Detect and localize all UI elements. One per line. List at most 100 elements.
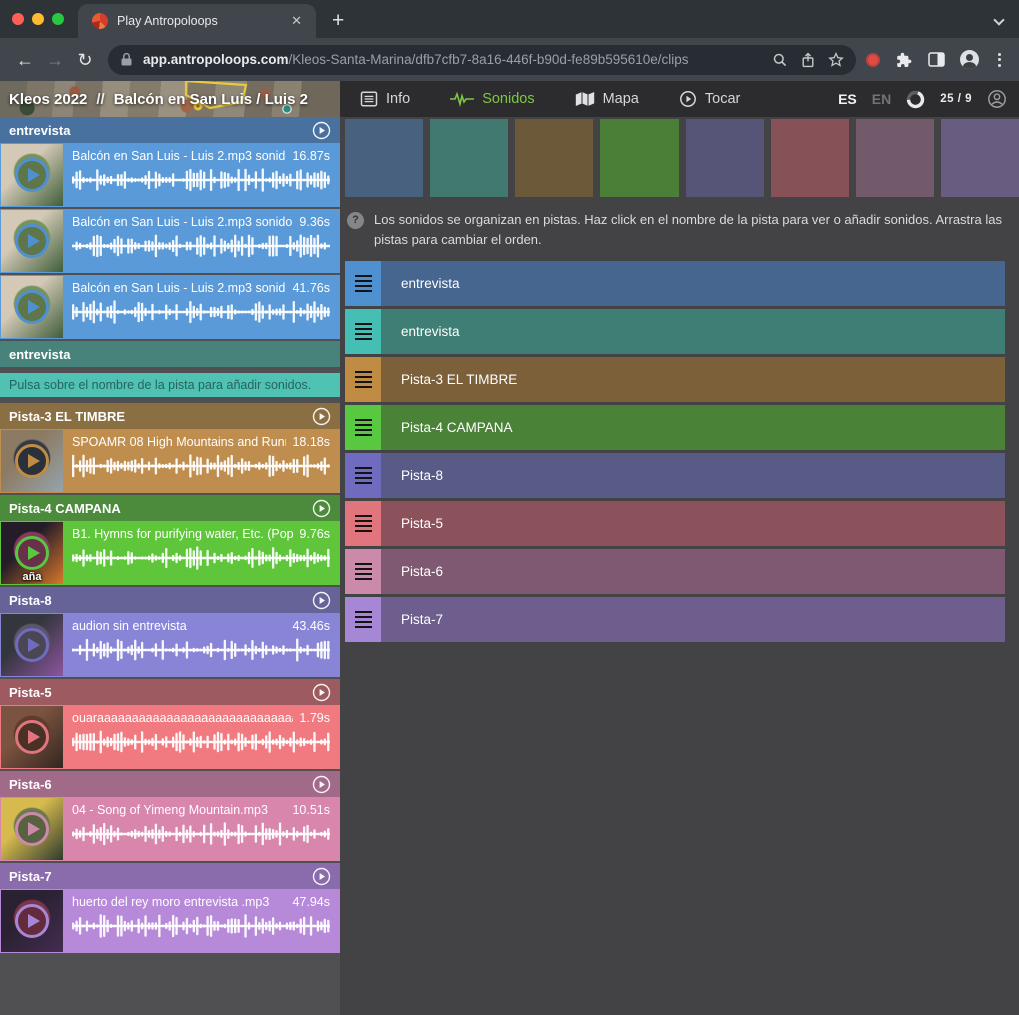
clip-play-button[interactable] — [15, 444, 49, 478]
clip-play-button[interactable] — [15, 904, 49, 938]
back-button[interactable]: ← — [10, 51, 40, 69]
drag-handle[interactable] — [345, 501, 381, 546]
clip-thumbnail[interactable] — [1, 144, 63, 206]
zoom-icon[interactable] — [772, 52, 788, 68]
extensions-puzzle-icon[interactable] — [895, 51, 913, 69]
drag-handle[interactable] — [345, 405, 381, 450]
record-indicator-icon[interactable] — [866, 53, 880, 67]
drag-handle[interactable] — [345, 309, 381, 354]
forward-button[interactable]: → — [40, 51, 70, 69]
drag-handle[interactable] — [345, 357, 381, 402]
track-row-body[interactable]: Pista-6 — [381, 549, 1005, 594]
audio-clip[interactable]: Balcón en San Luis - Luis 2.mp3 sonido h… — [0, 209, 340, 273]
audio-clip[interactable]: audion sin entrevista43.46s — [0, 613, 340, 677]
track-row[interactable]: Pista-3 EL TIMBRE — [345, 357, 1005, 402]
waveform[interactable] — [72, 913, 330, 939]
clip-play-button[interactable] — [15, 536, 49, 570]
track-header[interactable]: Pista-7 — [0, 863, 340, 889]
track-swatch[interactable] — [430, 119, 508, 197]
clip-play-button[interactable] — [15, 290, 49, 324]
track-swatch[interactable] — [686, 119, 764, 197]
clip-thumbnail[interactable] — [1, 798, 63, 860]
clip-play-button[interactable] — [15, 158, 49, 192]
track-row[interactable]: Pista-4 CAMPANA — [345, 405, 1005, 450]
track-row[interactable]: entrevista — [345, 309, 1005, 354]
track-swatch[interactable] — [600, 119, 678, 197]
clip-thumbnail[interactable] — [1, 706, 63, 768]
waveform[interactable] — [72, 299, 330, 325]
play-track-button[interactable] — [312, 867, 331, 886]
track-swatch[interactable] — [515, 119, 593, 197]
track-header[interactable]: Pista-3 EL TIMBRE — [0, 403, 340, 429]
play-track-button[interactable] — [312, 775, 331, 794]
track-row-body[interactable]: Pista-5 — [381, 501, 1005, 546]
track-header[interactable]: Pista-4 CAMPANA — [0, 495, 340, 521]
track-header[interactable]: entrevista — [0, 341, 340, 367]
track-row-body[interactable]: Pista-4 CAMPANA — [381, 405, 1005, 450]
drag-handle[interactable] — [345, 261, 381, 306]
address-bar[interactable]: app.antropoloops.com/Kleos-Santa-Marina/… — [108, 45, 856, 75]
waveform[interactable] — [72, 821, 330, 847]
clip-play-button[interactable] — [15, 628, 49, 662]
track-row-body[interactable]: entrevista — [381, 261, 1005, 306]
track-header[interactable]: Pista-5 — [0, 679, 340, 705]
lang-en-button[interactable]: EN — [872, 91, 891, 107]
clip-thumbnail[interactable] — [1, 890, 63, 952]
track-row-body[interactable]: Pista-8 — [381, 453, 1005, 498]
audio-clip[interactable]: ouaraaaaaaaaaaaaaaaaaaaaaaaaaaaaaaaaaaa.… — [0, 705, 340, 769]
play-track-button[interactable] — [312, 121, 331, 140]
account-icon[interactable] — [987, 89, 1007, 109]
track-row[interactable]: Pista-5 — [345, 501, 1005, 546]
close-window-button[interactable] — [12, 13, 24, 25]
drag-handle[interactable] — [345, 453, 381, 498]
play-track-button[interactable] — [312, 499, 331, 518]
clip-play-button[interactable] — [15, 720, 49, 754]
track-header[interactable]: Pista-6 — [0, 771, 340, 797]
clip-thumbnail[interactable] — [1, 276, 63, 338]
track-swatch[interactable] — [771, 119, 849, 197]
track-row[interactable]: Pista-7 — [345, 597, 1005, 642]
tab-sonidos[interactable]: Sonidos — [450, 91, 534, 107]
browser-tab[interactable]: Play Antropoloops ✕ — [78, 4, 316, 38]
track-swatch[interactable] — [345, 119, 423, 197]
track-row[interactable]: entrevista — [345, 261, 1005, 306]
lang-es-button[interactable]: ES — [838, 91, 857, 107]
waveform[interactable] — [72, 453, 330, 479]
clip-thumbnail[interactable]: aña — [1, 522, 63, 584]
minimize-window-button[interactable] — [32, 13, 44, 25]
track-header[interactable]: entrevista — [0, 117, 340, 143]
track-swatch[interactable] — [856, 119, 934, 197]
close-tab-icon[interactable]: ✕ — [287, 13, 306, 29]
clip-play-button[interactable] — [15, 224, 49, 258]
track-row-body[interactable]: entrevista — [381, 309, 1005, 354]
track-header[interactable]: Pista-8 — [0, 587, 340, 613]
new-tab-button[interactable]: + — [316, 9, 344, 38]
fullscreen-window-button[interactable] — [52, 13, 64, 25]
tab-info[interactable]: Info — [360, 90, 410, 108]
drag-handle[interactable] — [345, 597, 381, 642]
bookmark-star-icon[interactable] — [828, 52, 844, 68]
track-row[interactable]: Pista-8 — [345, 453, 1005, 498]
waveform[interactable] — [72, 233, 330, 259]
side-panel-icon[interactable] — [928, 52, 945, 67]
track-swatch[interactable] — [941, 119, 1019, 197]
tab-search-chevron-icon[interactable] — [993, 14, 1004, 25]
share-icon[interactable] — [800, 52, 816, 68]
breadcrumb-project[interactable]: Kleos 2022 — [9, 91, 87, 108]
waveform[interactable] — [72, 167, 330, 193]
tab-mapa[interactable]: Mapa — [575, 91, 639, 107]
audio-clip[interactable]: 04 - Song of Yimeng Mountain.mp310.51s — [0, 797, 340, 861]
play-track-button[interactable] — [312, 591, 331, 610]
audio-clip[interactable]: Balcón en San Luis - Luis 2.mp3 sonido h… — [0, 275, 340, 339]
tab-tocar[interactable]: Tocar — [679, 90, 740, 108]
play-track-button[interactable] — [312, 407, 331, 426]
clip-thumbnail[interactable] — [1, 430, 63, 492]
audio-clip[interactable]: huerto del rey moro entrevista .mp347.94… — [0, 889, 340, 953]
audio-clip[interactable]: SPOAMR 08 High Mountains and Running ...… — [0, 429, 340, 493]
waveform[interactable] — [72, 545, 330, 571]
audio-clip[interactable]: añaB1. Hymns for purifying water, Etc. (… — [0, 521, 340, 585]
track-row-body[interactable]: Pista-7 — [381, 597, 1005, 642]
audio-clip[interactable]: Balcón en San Luis - Luis 2.mp3 sonido h… — [0, 143, 340, 207]
clip-thumbnail[interactable] — [1, 614, 63, 676]
reload-button[interactable]: ↻ — [70, 51, 100, 69]
